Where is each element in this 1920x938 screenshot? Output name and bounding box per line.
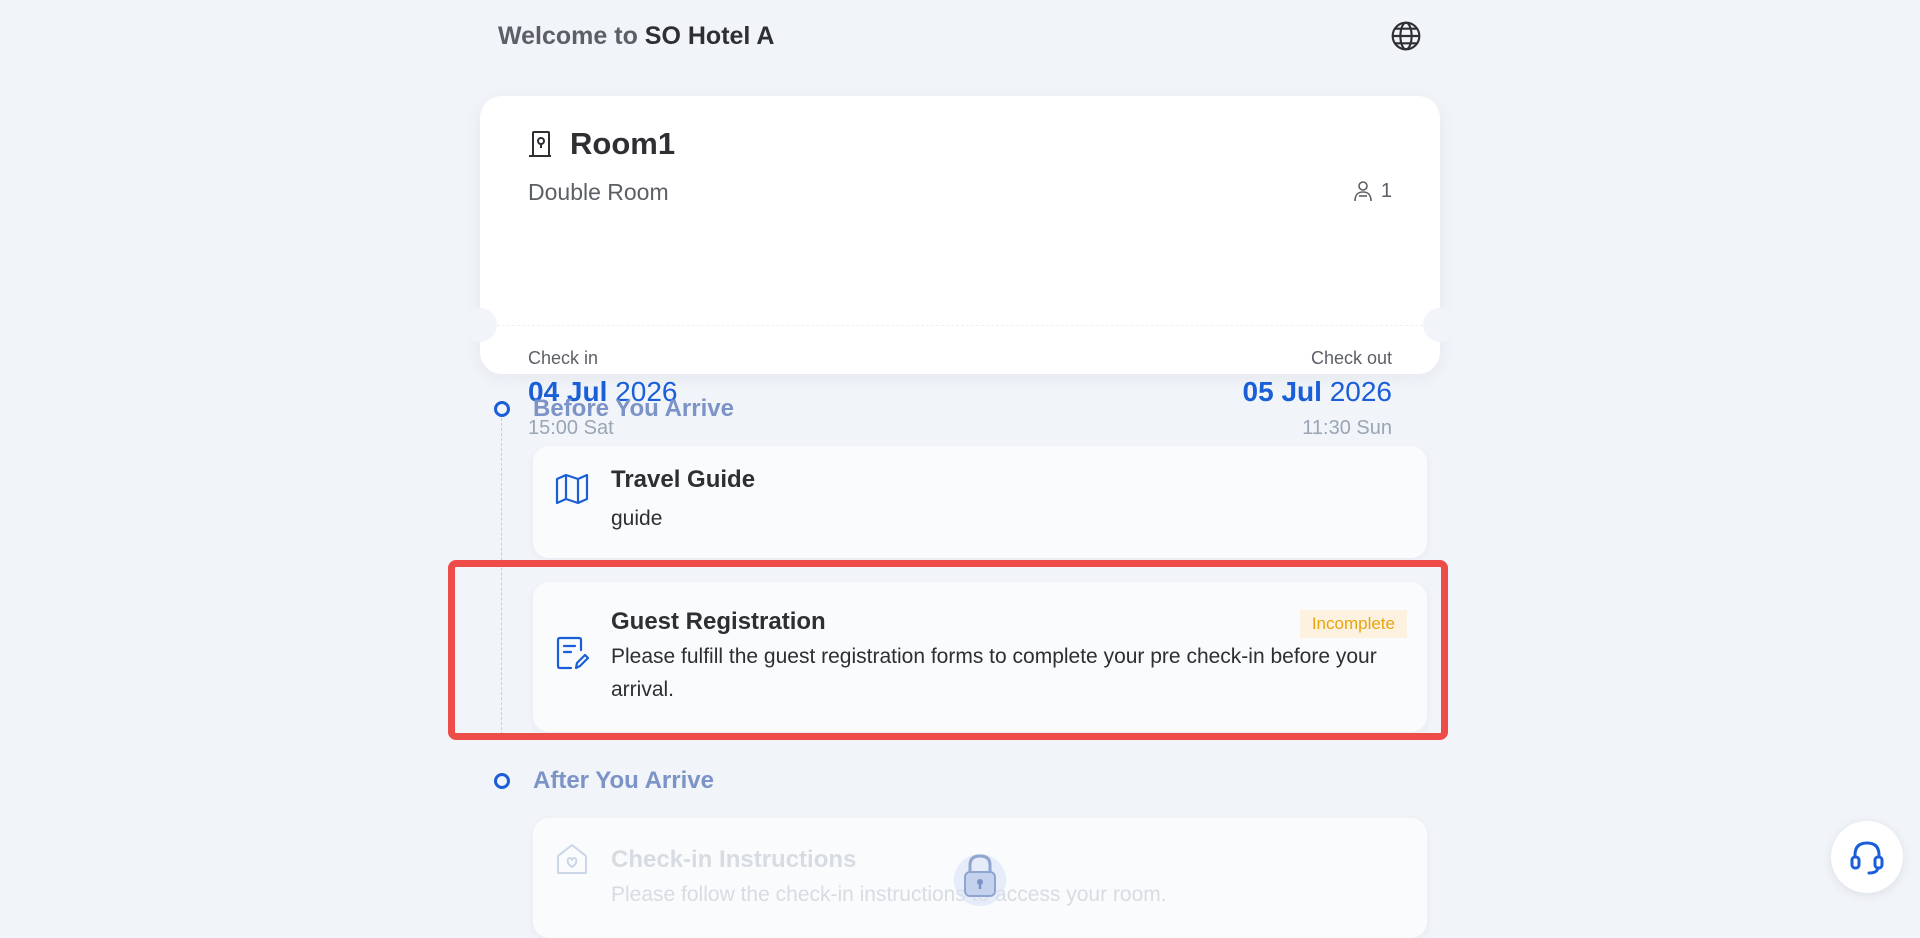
section-title-after: After You Arrive bbox=[533, 767, 714, 794]
check-out-block: Check out 05 Jul 2026 11:30 Sun bbox=[1243, 346, 1392, 442]
status-badge: Incomplete bbox=[1299, 610, 1407, 638]
timeline-dot-before bbox=[494, 401, 510, 417]
room-card: Room1 Double Room 1 Check in 04 Jul 2026… bbox=[463, 96, 1457, 439]
timeline-line bbox=[501, 418, 502, 740]
hotel-name: SO Hotel A bbox=[644, 22, 775, 50]
form-edit-icon bbox=[556, 636, 589, 670]
ticket-notch-left bbox=[463, 308, 497, 342]
check-out-time: 11:30 Sun bbox=[1302, 417, 1392, 439]
room-type: Double Room bbox=[528, 179, 669, 205]
section-title-before: Before You Arrive bbox=[533, 395, 734, 422]
headset-icon bbox=[1850, 841, 1884, 875]
room-name: Room1 bbox=[570, 126, 676, 161]
guest-number: 1 bbox=[1380, 179, 1392, 202]
lock-icon bbox=[954, 854, 1006, 906]
travel-guide-title: Travel Guide bbox=[611, 466, 756, 493]
guest-registration-description: Please fulfill the guest registration fo… bbox=[611, 645, 1377, 701]
home-heart-icon bbox=[557, 844, 587, 874]
globe-icon[interactable] bbox=[1390, 20, 1422, 52]
support-button[interactable] bbox=[1831, 821, 1903, 893]
ticket-notch-right bbox=[1423, 308, 1457, 342]
guest-registration-title: Guest Registration bbox=[611, 608, 826, 635]
welcome-text: Welcome to SO Hotel A bbox=[498, 20, 774, 52]
header: Welcome to SO Hotel A bbox=[498, 20, 1422, 70]
timeline-dot-after bbox=[494, 773, 510, 789]
check-out-date: 05 Jul 2026 bbox=[1243, 374, 1392, 410]
guest-registration-card[interactable]: Guest Registration Incomplete Please ful… bbox=[533, 582, 1427, 732]
guest-count: 1 bbox=[1353, 176, 1392, 206]
travel-guide-card[interactable]: Travel Guide guide bbox=[533, 446, 1427, 558]
card-divider bbox=[497, 325, 1423, 326]
person-icon bbox=[1354, 181, 1372, 202]
welcome-prefix: Welcome to bbox=[498, 22, 638, 50]
map-icon bbox=[555, 473, 589, 505]
check-out-day-month: 05 Jul bbox=[1242, 376, 1322, 407]
check-out-label: Check out bbox=[1310, 348, 1392, 368]
door-location-icon bbox=[529, 131, 551, 157]
travel-guide-description: guide bbox=[611, 507, 663, 530]
check-in-label: Check in bbox=[528, 348, 599, 368]
check-in-instructions-title: Check-in Instructions bbox=[611, 846, 857, 873]
check-out-year: 2026 bbox=[1329, 376, 1392, 407]
